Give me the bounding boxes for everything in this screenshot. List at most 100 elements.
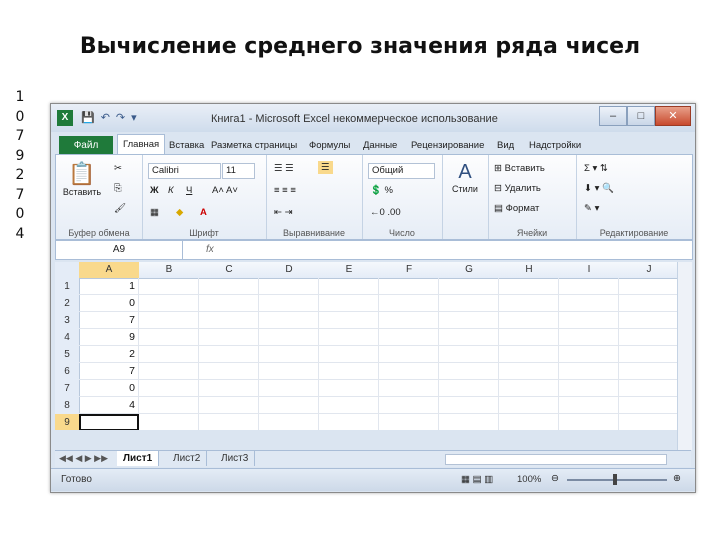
cell[interactable]: [439, 346, 499, 363]
tab-data[interactable]: Данные: [363, 140, 397, 151]
clear-icon[interactable]: ✎ ▾: [584, 203, 599, 214]
cell[interactable]: [259, 363, 319, 380]
name-box[interactable]: A9: [56, 241, 183, 259]
cell[interactable]: [379, 346, 439, 363]
cell[interactable]: [499, 295, 559, 312]
cell[interactable]: [319, 397, 379, 414]
select-all-corner[interactable]: [55, 262, 80, 279]
paste-button[interactable]: 📋 Вставить: [62, 161, 102, 197]
vertical-scrollbar[interactable]: [677, 262, 692, 450]
cell[interactable]: [619, 414, 677, 430]
cell[interactable]: [199, 346, 259, 363]
cell[interactable]: [379, 329, 439, 346]
close-button[interactable]: ✕: [655, 106, 691, 126]
cell[interactable]: [439, 329, 499, 346]
cell[interactable]: [379, 295, 439, 312]
cell[interactable]: [439, 380, 499, 397]
cell[interactable]: [319, 414, 379, 430]
row-header[interactable]: 1: [55, 278, 80, 296]
bold-icon[interactable]: Ж: [150, 185, 159, 196]
tab-home[interactable]: Главная: [117, 134, 166, 155]
cell[interactable]: 2: [79, 346, 139, 363]
zoom-level[interactable]: 100%: [517, 474, 541, 485]
column-header[interactable]: G: [439, 262, 500, 279]
row-header[interactable]: 5: [55, 346, 80, 364]
grow-font-icon[interactable]: A˄ A˅: [212, 185, 238, 196]
copy-icon[interactable]: ⎘: [114, 183, 122, 194]
align-middle-icon[interactable]: ☰: [318, 161, 333, 174]
cell[interactable]: [139, 397, 199, 414]
cell[interactable]: [259, 312, 319, 329]
column-header[interactable]: J: [619, 262, 677, 279]
horizontal-scrollbar[interactable]: [445, 454, 667, 465]
font-name-select[interactable]: Calibri: [148, 163, 221, 179]
column-header[interactable]: H: [499, 262, 560, 279]
tab-addins[interactable]: Надстройки: [529, 140, 581, 151]
cell[interactable]: [199, 397, 259, 414]
sheet-tab-2[interactable]: Лист2: [167, 451, 208, 466]
excel-icon[interactable]: X: [57, 110, 73, 126]
cell[interactable]: [259, 414, 319, 430]
column-header[interactable]: B: [139, 262, 200, 279]
indent-icon[interactable]: ⇤ ⇥: [274, 207, 293, 218]
column-header[interactable]: D: [259, 262, 320, 279]
cell[interactable]: [139, 380, 199, 397]
tab-insert[interactable]: Вставка: [169, 140, 204, 151]
cell[interactable]: [319, 346, 379, 363]
cell[interactable]: [199, 295, 259, 312]
cell[interactable]: [319, 329, 379, 346]
zoom-slider[interactable]: [567, 479, 667, 481]
insert-cells-button[interactable]: ⊞ Вставить: [494, 163, 545, 174]
cell[interactable]: [619, 346, 677, 363]
cell[interactable]: [559, 397, 619, 414]
cell[interactable]: 1: [79, 278, 139, 295]
cell[interactable]: [199, 312, 259, 329]
column-header[interactable]: C: [199, 262, 260, 279]
autosum-icon[interactable]: Σ ▾ ⇅: [584, 163, 608, 174]
cell[interactable]: [559, 363, 619, 380]
cell[interactable]: [319, 295, 379, 312]
cell[interactable]: [439, 312, 499, 329]
cell[interactable]: [379, 380, 439, 397]
cell[interactable]: [619, 278, 677, 295]
cell[interactable]: [139, 414, 199, 430]
zoom-slider-thumb[interactable]: [613, 474, 617, 485]
cell[interactable]: [379, 363, 439, 380]
cell[interactable]: [139, 363, 199, 380]
cell[interactable]: [499, 414, 559, 430]
cell[interactable]: 4: [79, 397, 139, 414]
cell[interactable]: [439, 295, 499, 312]
cell[interactable]: [439, 278, 499, 295]
zoom-out-icon[interactable]: ⊖: [551, 473, 559, 484]
format-painter-icon[interactable]: 🖌: [114, 203, 126, 214]
tab-formulas[interactable]: Формулы: [309, 140, 350, 151]
cell[interactable]: [499, 397, 559, 414]
cell[interactable]: [379, 278, 439, 295]
row-header[interactable]: 6: [55, 363, 80, 381]
fx-icon[interactable]: fx: [206, 241, 214, 259]
cell[interactable]: [199, 278, 259, 295]
cell[interactable]: [319, 278, 379, 295]
cell[interactable]: [79, 414, 139, 430]
cell[interactable]: 9: [79, 329, 139, 346]
cell[interactable]: [259, 278, 319, 295]
cell[interactable]: [379, 312, 439, 329]
fill-icon[interactable]: ⬇ ▾ 🔍: [584, 183, 614, 194]
delete-cells-button[interactable]: ⊟ Удалить: [494, 183, 541, 194]
cell[interactable]: 0: [79, 380, 139, 397]
cell[interactable]: [619, 312, 677, 329]
cell[interactable]: [319, 363, 379, 380]
cell[interactable]: [139, 295, 199, 312]
italic-icon[interactable]: К: [168, 185, 174, 196]
cell[interactable]: [559, 414, 619, 430]
row-header[interactable]: 3: [55, 312, 80, 330]
cell[interactable]: [499, 380, 559, 397]
cell[interactable]: [139, 312, 199, 329]
underline-icon[interactable]: Ч: [186, 185, 192, 196]
zoom-in-icon[interactable]: ⊕: [673, 473, 681, 484]
cell[interactable]: 7: [79, 363, 139, 380]
cell[interactable]: [619, 397, 677, 414]
fill-color-icon[interactable]: ◆: [176, 207, 183, 218]
borders-icon[interactable]: ▦: [150, 207, 159, 218]
cell[interactable]: 7: [79, 312, 139, 329]
